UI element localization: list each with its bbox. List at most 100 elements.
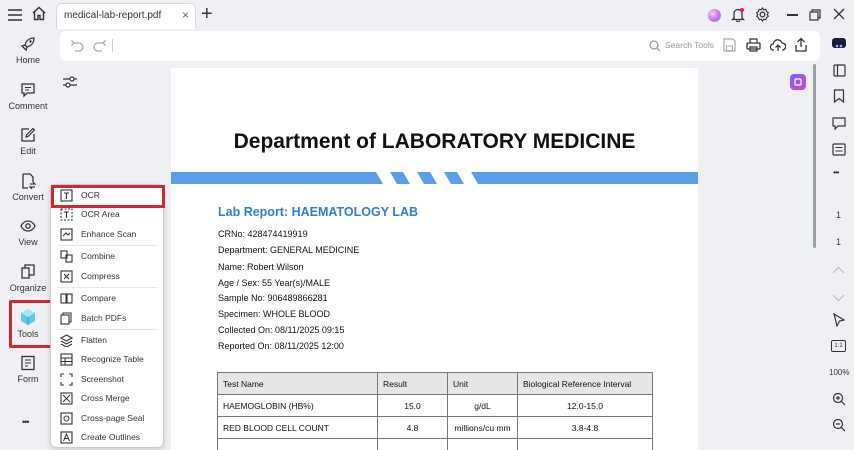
chevron-up-icon[interactable] (832, 261, 845, 279)
nav-comment[interactable]: Comment (0, 82, 56, 126)
menu-item-cross-merge[interactable]: Cross Merge (51, 389, 163, 409)
toolbar-divider (112, 39, 113, 52)
search-icon[interactable] (649, 39, 661, 57)
info-line: Name: Robert Wilson (218, 262, 304, 272)
nav-edit[interactable]: Edit (0, 127, 56, 171)
search-tools-input[interactable]: Search Tools (665, 40, 714, 50)
table-cell: 4.8 (377, 416, 448, 439)
outline-icon (60, 431, 73, 444)
nav-form[interactable]: Form (0, 355, 56, 399)
nav-label: Convert (12, 192, 44, 202)
page-number-input[interactable]: 1 (836, 210, 841, 220)
form-fields-icon[interactable] (832, 143, 846, 161)
menu-item-flatten[interactable]: Flatten (51, 331, 163, 351)
menu-item-ocr-area[interactable]: OCR Area (51, 205, 163, 225)
nav-view[interactable]: View (0, 218, 56, 262)
menu-item-screenshot[interactable]: Screenshot (51, 370, 163, 390)
restore-icon[interactable] (809, 8, 821, 26)
select-cursor-icon[interactable] (833, 312, 846, 332)
info-line: Sample No: 906489866281 (218, 293, 328, 303)
info-line: Age / Sex: 55 Year(s)/MALE (218, 278, 331, 288)
zoom-out-icon[interactable] (832, 418, 846, 437)
nav-label: View (18, 237, 38, 247)
rocket-icon (20, 37, 35, 52)
close-window-icon[interactable] (833, 7, 845, 25)
nav-home[interactable]: Home (0, 36, 56, 80)
table-cell (447, 438, 518, 450)
menu-item-cross-page-seal[interactable]: Cross-page Seal (51, 409, 163, 429)
enhance-scan-icon (60, 228, 73, 241)
menu-item-recognize-table[interactable]: Recognize Table (51, 350, 163, 370)
table-cell (517, 438, 653, 450)
table-cell: HAEMOGLOBIN (HB%) (217, 394, 378, 417)
vertical-scrollbar[interactable] (813, 64, 816, 248)
bookmark-icon[interactable] (833, 89, 845, 108)
table-cell: RED BLOOD CELL COUNT (217, 416, 378, 439)
menu-item-enhance-scan[interactable]: Enhance Scan (51, 225, 163, 245)
menu-item-label: Compress (81, 271, 120, 281)
table-cell: g/dL (447, 394, 518, 417)
seal-icon (60, 412, 73, 425)
properties-icon[interactable] (833, 64, 846, 82)
menu-item-label: Recognize Table (81, 354, 144, 364)
menu-item-compare[interactable]: Compare (51, 289, 163, 309)
menu-item-label: Batch PDFs (81, 313, 127, 323)
menu-item-label: Create Outlines (81, 432, 141, 442)
save-icon[interactable] (723, 38, 736, 57)
share-icon[interactable] (794, 37, 808, 57)
comment-panel-icon[interactable] (832, 117, 846, 135)
actual-size-button[interactable]: 1:1 (831, 340, 846, 352)
flatten-icon (60, 334, 73, 347)
menu-separator (57, 329, 157, 330)
close-tab-icon[interactable]: × (182, 8, 189, 22)
document-tab[interactable]: medical-lab-report.pdf × (56, 3, 196, 29)
new-tab-button[interactable]: + (201, 3, 213, 26)
table-cell: 3.8-4.8 (517, 416, 653, 439)
table-cell (377, 438, 448, 450)
gear-icon[interactable] (755, 6, 770, 27)
home-icon[interactable] (31, 6, 47, 26)
more-icon[interactable]: ••• (22, 417, 30, 427)
redo-icon[interactable] (93, 39, 107, 57)
compress-icon (60, 270, 73, 283)
toolbar: Search Tools (60, 31, 820, 61)
info-line: Reported On: 08/11/2025 12:00 (218, 341, 344, 351)
ai-assistant-icon[interactable] (708, 9, 721, 22)
right-rail: ••• 1 1 1:1 100% (824, 31, 854, 450)
ocr-area-icon (60, 208, 73, 221)
minimize-icon[interactable] (787, 14, 798, 16)
zoom-in-icon[interactable] (832, 392, 846, 411)
settings-sliders-icon[interactable] (62, 75, 78, 94)
table-cell: 15.0 (377, 394, 448, 417)
tools-highlight-box (9, 300, 53, 348)
batch-icon (60, 312, 72, 325)
undo-icon[interactable] (70, 39, 84, 57)
assistant-icon[interactable] (832, 38, 846, 48)
pdf-page: Department of LABORATORY MEDICINE Lab Re… (171, 68, 698, 450)
tools-menu: OCR OCR Area Enhance Scan Combine Compre… (50, 184, 165, 448)
menu-separator (57, 287, 157, 288)
compare-icon (60, 293, 73, 304)
cloud-upload-icon[interactable] (769, 38, 787, 57)
eye-icon (20, 220, 36, 232)
menu-item-combine[interactable]: Combine (51, 247, 163, 267)
column-header: Unit (447, 372, 518, 395)
nav-convert[interactable]: Convert (0, 173, 56, 217)
tab-title: medical-lab-report.pdf (64, 10, 162, 21)
bell-icon[interactable] (730, 7, 746, 27)
screenshot-icon (60, 373, 73, 386)
more-options-icon[interactable]: ••• (833, 168, 839, 177)
menu-item-label: Cross-page Seal (81, 413, 145, 423)
ai-sidebar-icon[interactable] (790, 74, 806, 90)
table-cell: 12.0-15.0 (517, 394, 653, 417)
menu-item-create-outlines[interactable]: Create Outlines (51, 428, 163, 448)
comment-icon (21, 83, 35, 98)
menu-icon[interactable] (8, 8, 22, 26)
menu-item-label: Flatten (81, 335, 107, 345)
zoom-level[interactable]: 100% (829, 368, 849, 377)
menu-item-batch-pdfs[interactable]: Batch PDFs (51, 309, 163, 329)
chevron-down-icon[interactable] (832, 289, 845, 307)
menu-item-compress[interactable]: Compress (51, 267, 163, 287)
cross-merge-icon (60, 392, 73, 405)
print-icon[interactable] (746, 38, 761, 57)
